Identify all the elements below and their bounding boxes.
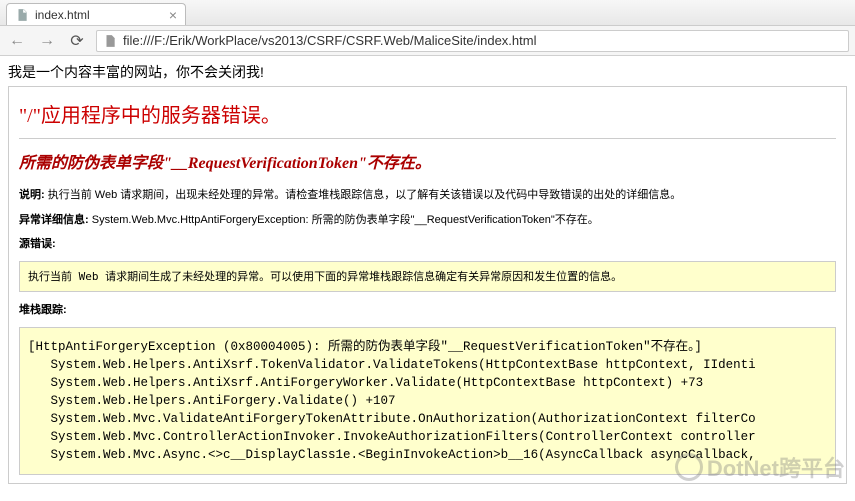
- url-file-icon: [103, 34, 117, 48]
- error-title: "/"应用程序中的服务器错误。: [19, 99, 836, 128]
- address-bar[interactable]: file:///F:/Erik/WorkPlace/vs2013/CSRF/CS…: [96, 30, 849, 52]
- error-subtitle: 所需的防伪表单字段"__RequestVerificationToken"不存在…: [19, 149, 836, 173]
- back-button[interactable]: ←: [6, 30, 28, 52]
- page-content: 我是一个内容丰富的网站，你不会关闭我! "/"应用程序中的服务器错误。 所需的防…: [0, 56, 855, 490]
- stack-trace-row: 堆栈跟踪:: [19, 302, 836, 319]
- browser-tab[interactable]: index.html ×: [6, 3, 186, 25]
- exception-text: System.Web.Mvc.HttpAntiForgeryException:…: [89, 214, 599, 226]
- page-banner: 我是一个内容丰富的网站，你不会关闭我!: [8, 62, 847, 82]
- divider: [19, 138, 836, 139]
- browser-titlebar: index.html ×: [0, 0, 855, 26]
- tab-title: index.html: [35, 8, 169, 22]
- error-frame: "/"应用程序中的服务器错误。 所需的防伪表单字段"__RequestVerif…: [8, 86, 847, 484]
- description-row: 说明: 执行当前 Web 请求期间，出现未经处理的异常。请检查堆栈跟踪信息，以了…: [19, 187, 836, 204]
- close-icon[interactable]: ×: [169, 7, 177, 23]
- description-text: 执行当前 Web 请求期间，出现未经处理的异常。请检查堆栈跟踪信息，以了解有关该…: [45, 189, 682, 201]
- exception-row: 异常详细信息: System.Web.Mvc.HttpAntiForgeryEx…: [19, 212, 836, 229]
- source-error-block: 执行当前 Web 请求期间生成了未经处理的异常。可以使用下面的异常堆栈跟踪信息确…: [19, 261, 836, 293]
- browser-toolbar: ← → ⟳ file:///F:/Erik/WorkPlace/vs2013/C…: [0, 26, 855, 56]
- url-text: file:///F:/Erik/WorkPlace/vs2013/CSRF/CS…: [123, 33, 536, 48]
- reload-button[interactable]: ⟳: [66, 30, 88, 52]
- exception-label: 异常详细信息:: [19, 214, 89, 226]
- source-error-row: 源错误:: [19, 236, 836, 253]
- forward-button[interactable]: →: [36, 30, 58, 52]
- description-label: 说明:: [19, 189, 45, 201]
- stack-trace-label: 堆栈跟踪:: [19, 304, 67, 316]
- source-error-label: 源错误:: [19, 238, 56, 250]
- file-icon: [15, 8, 29, 22]
- stack-trace-block: [HttpAntiForgeryException (0x80004005): …: [19, 327, 836, 476]
